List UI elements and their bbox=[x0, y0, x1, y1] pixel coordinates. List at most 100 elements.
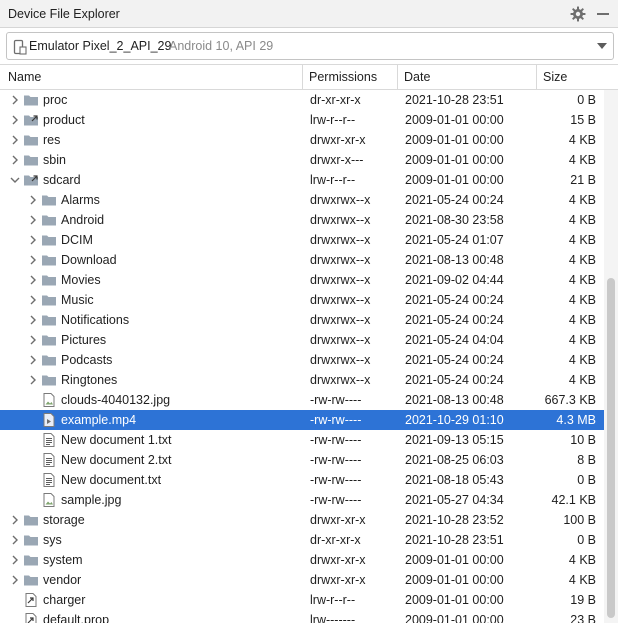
column-header-permissions[interactable]: Permissions bbox=[309, 70, 377, 84]
file-date: 2021-08-30 23:58 bbox=[405, 213, 504, 227]
table-row[interactable]: vendor drwxr-xr-x 2009-01-01 00:00 4 KB bbox=[0, 570, 604, 590]
chevron-right-icon[interactable] bbox=[28, 374, 38, 386]
file-permissions: lrw------- bbox=[310, 613, 356, 623]
file-size: 4 KB bbox=[568, 573, 596, 587]
folder-icon bbox=[41, 212, 57, 228]
file-date: 2009-01-01 00:00 bbox=[405, 153, 504, 167]
chevron-right-icon[interactable] bbox=[10, 574, 20, 586]
column-header-name[interactable]: Name bbox=[8, 70, 41, 84]
file-permissions: lrw-r--r-- bbox=[310, 113, 356, 127]
table-row[interactable]: New document 2.txt -rw-rw---- 2021-08-25 0… bbox=[0, 450, 604, 470]
file-size: 23 B bbox=[570, 613, 596, 623]
chevron-right-icon[interactable] bbox=[28, 194, 38, 206]
chevron-down-icon[interactable] bbox=[10, 174, 20, 186]
table-row[interactable]: storage drwxr-xr-x 2021-10-28 23:52 100 B bbox=[0, 510, 604, 530]
file-size: 4 KB bbox=[568, 213, 596, 227]
file-date: 2021-05-24 00:24 bbox=[405, 293, 504, 307]
table-row[interactable]: proc dr-xr-xr-x 2021-10-28 23:51 0 B bbox=[0, 90, 604, 110]
table-row[interactable]: sys dr-xr-xr-x 2021-10-28 23:51 0 B bbox=[0, 530, 604, 550]
file-name: Pictures bbox=[61, 333, 107, 347]
folder-icon bbox=[41, 252, 57, 268]
chevron-right-icon[interactable] bbox=[28, 294, 38, 306]
chevron-right-icon[interactable] bbox=[10, 554, 20, 566]
file-size: 10 B bbox=[570, 433, 596, 447]
folder-link-icon bbox=[23, 172, 39, 188]
file-permissions: -rw-rw---- bbox=[310, 393, 362, 407]
chevron-right-icon[interactable] bbox=[28, 274, 38, 286]
file-size: 4 KB bbox=[568, 273, 596, 287]
table-row[interactable]: sdcard lrw-r--r-- 2009-01-01 00:00 21 B bbox=[0, 170, 604, 190]
column-divider[interactable] bbox=[397, 65, 398, 89]
file-date: 2021-05-24 00:24 bbox=[405, 373, 504, 387]
file-permissions: -rw-rw---- bbox=[310, 473, 362, 487]
video-file-icon bbox=[41, 412, 57, 428]
file-permissions: drwxrwx--x bbox=[310, 293, 371, 307]
file-date: 2021-10-29 01:10 bbox=[405, 413, 504, 427]
table-row[interactable]: Download drwxrwx--x 2021-08-13 00:48 4 KB bbox=[0, 250, 604, 270]
chevron-right-icon[interactable] bbox=[10, 134, 20, 146]
chevron-right-icon[interactable] bbox=[28, 314, 38, 326]
chevron-right-icon[interactable] bbox=[10, 114, 20, 126]
file-size: 4 KB bbox=[568, 293, 596, 307]
column-header-size[interactable]: Size bbox=[543, 70, 567, 84]
text-file-icon bbox=[41, 452, 57, 468]
table-row[interactable]: Pictures drwxrwx--x 2021-05-24 04:04 4 KB bbox=[0, 330, 604, 350]
column-divider[interactable] bbox=[536, 65, 537, 89]
minimize-icon[interactable] bbox=[597, 13, 609, 15]
table-row[interactable]: New document 1.txt -rw-rw---- 2021-09-13 0… bbox=[0, 430, 604, 450]
file-name: res bbox=[43, 133, 61, 147]
table-row[interactable]: New document.txt -rw-rw---- 2021-08-18 05:… bbox=[0, 470, 604, 490]
chevron-right-icon[interactable] bbox=[28, 234, 38, 246]
table-row[interactable]: Music drwxrwx--x 2021-05-24 00:24 4 KB bbox=[0, 290, 604, 310]
file-date: 2009-01-01 00:00 bbox=[405, 573, 504, 587]
table-row-selected[interactable]: example.mp4 -rw-rw---- 2021-10-29 01:10 4.3… bbox=[0, 410, 604, 430]
device-selector[interactable]: Emulator Pixel_2_API_29 Android 10, API … bbox=[6, 32, 614, 60]
chevron-down-icon[interactable] bbox=[597, 43, 607, 49]
table-row[interactable]: sample.jpg -rw-rw---- 2021-05-27 04:34 42.1… bbox=[0, 490, 604, 510]
table-row[interactable]: Podcasts drwxrwx--x 2021-05-24 00:24 4 KB bbox=[0, 350, 604, 370]
file-name: New document 1.txt bbox=[61, 433, 172, 447]
image-file-icon bbox=[41, 492, 57, 508]
file-date: 2009-01-01 00:00 bbox=[405, 173, 504, 187]
file-size: 4 KB bbox=[568, 193, 596, 207]
folder-icon bbox=[41, 332, 57, 348]
chevron-right-icon[interactable] bbox=[28, 354, 38, 366]
file-name: product bbox=[43, 113, 85, 127]
folder-icon bbox=[23, 132, 39, 148]
file-size: 667.3 KB bbox=[544, 393, 596, 407]
table-row[interactable]: default.prop lrw------- 2009-01-01 00:00 23… bbox=[0, 610, 604, 623]
column-divider[interactable] bbox=[302, 65, 303, 89]
chevron-right-icon[interactable] bbox=[10, 154, 20, 166]
table-row[interactable]: res drwxr-xr-x 2009-01-01 00:00 4 KB bbox=[0, 130, 604, 150]
file-date: 2021-05-27 04:34 bbox=[405, 493, 504, 507]
vertical-scrollbar[interactable] bbox=[604, 90, 618, 623]
file-link-icon bbox=[23, 592, 39, 608]
file-date: 2021-10-28 23:51 bbox=[405, 93, 504, 107]
table-row[interactable]: product lrw-r--r-- 2009-01-01 00:00 15 B bbox=[0, 110, 604, 130]
file-name: clouds-4040132.jpg bbox=[61, 393, 171, 407]
column-header-date[interactable]: Date bbox=[404, 70, 430, 84]
table-row[interactable]: charger lrw-r--r-- 2009-01-01 00:00 19 B bbox=[0, 590, 604, 610]
gear-icon[interactable] bbox=[570, 6, 586, 22]
chevron-right-icon[interactable] bbox=[10, 534, 20, 546]
folder-icon bbox=[41, 312, 57, 328]
file-permissions: drwxr-xr-x bbox=[310, 513, 366, 527]
table-row[interactable]: system drwxr-xr-x 2009-01-01 00:00 4 KB bbox=[0, 550, 604, 570]
file-name: proc bbox=[43, 93, 68, 107]
table-row[interactable]: Movies drwxrwx--x 2021-09-02 04:44 4 KB bbox=[0, 270, 604, 290]
chevron-right-icon[interactable] bbox=[28, 334, 38, 346]
table-row[interactable]: Android drwxrwx--x 2021-08-30 23:58 4 KB bbox=[0, 210, 604, 230]
table-row[interactable]: clouds-4040132.jpg -rw-rw---- 2021-08-13 0… bbox=[0, 390, 604, 410]
chevron-right-icon[interactable] bbox=[10, 94, 20, 106]
file-permissions: drwxrwx--x bbox=[310, 333, 371, 347]
file-date: 2021-05-24 00:24 bbox=[405, 193, 504, 207]
table-row[interactable]: DCIM drwxrwx--x 2021-05-24 01:07 4 KB bbox=[0, 230, 604, 250]
table-row[interactable]: Notifications drwxrwx--x 2021-05-24 00:24 4… bbox=[0, 310, 604, 330]
chevron-right-icon[interactable] bbox=[28, 254, 38, 266]
table-row[interactable]: Ringtones drwxrwx--x 2021-05-24 00:24 4 KB bbox=[0, 370, 604, 390]
chevron-right-icon[interactable] bbox=[10, 514, 20, 526]
scrollbar-thumb[interactable] bbox=[607, 278, 615, 618]
table-row[interactable]: Alarms drwxrwx--x 2021-05-24 00:24 4 KB bbox=[0, 190, 604, 210]
chevron-right-icon[interactable] bbox=[28, 214, 38, 226]
table-row[interactable]: sbin drwxr-x--- 2009-01-01 00:00 4 KB bbox=[0, 150, 604, 170]
